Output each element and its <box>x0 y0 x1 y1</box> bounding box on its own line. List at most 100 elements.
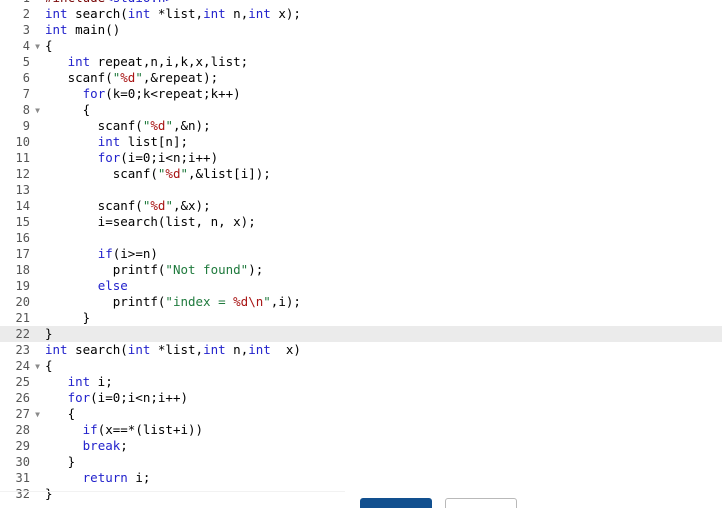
code-line[interactable]: 26 for(i=0;i<n;i++) <box>0 390 722 406</box>
token-plain: scanf( <box>45 70 113 85</box>
code-line[interactable]: 2 int search(int *list,int n,int x); <box>0 6 722 22</box>
token-plain: printf( <box>45 262 166 277</box>
code-line[interactable]: 27 ▼ { <box>0 406 722 422</box>
code-line[interactable]: 10 int list[n]; <box>0 134 722 150</box>
code-text: scanf("%d",&n); <box>45 118 211 134</box>
code-text: scanf("%d",&list[i]); <box>45 166 271 182</box>
code-line[interactable]: 21 } <box>0 310 722 326</box>
code-text: } <box>45 310 91 326</box>
token-kw: for <box>82 86 106 101</box>
code-line[interactable]: 23 int search(int *list,int n,int x) <box>0 342 722 358</box>
token-plain: n, <box>225 342 249 357</box>
line-number: 11 <box>15 151 30 165</box>
fold-toggle-icon[interactable]: ▼ <box>33 358 42 374</box>
line-number: 10 <box>15 135 30 149</box>
code-editor-screen: 1#include<stdio.h>2int search(int *list,… <box>0 0 722 508</box>
token-plain: search( <box>67 6 128 21</box>
dialog-button-bar <box>345 492 722 508</box>
line-number: 22 <box>15 327 30 341</box>
line-number: 19 <box>15 279 30 293</box>
code-line[interactable]: 3 int main() <box>0 22 722 38</box>
token-kw: int <box>45 22 68 37</box>
code-line[interactable]: 18 printf("Not found"); <box>0 262 722 278</box>
token-plain: x); <box>270 6 301 21</box>
code-line[interactable]: 14 scanf("%d",&x); <box>0 198 722 214</box>
code-line[interactable]: 20 printf("index = %d\n",i); <box>0 294 722 310</box>
line-number: 30 <box>15 455 30 469</box>
token-plain: ,i); <box>270 294 301 309</box>
code-text: printf("Not found"); <box>45 262 264 278</box>
code-line[interactable]: 16 <box>0 230 722 246</box>
token-plain: (i>=n) <box>112 246 158 261</box>
code-line[interactable]: 25 int i; <box>0 374 722 390</box>
code-line[interactable]: 13 <box>0 182 722 198</box>
line-number: 9 <box>22 119 30 133</box>
code-line[interactable]: 30 } <box>0 454 722 470</box>
token-kw: for <box>97 150 121 165</box>
code-text: } <box>45 486 53 502</box>
line-number: 24 <box>15 359 30 373</box>
code-line[interactable]: 9 scanf("%d",&n); <box>0 118 722 134</box>
panel-divider <box>0 491 345 492</box>
token-plain: n, <box>225 6 249 21</box>
token-str: " <box>165 118 173 133</box>
line-number: 21 <box>15 311 30 325</box>
code-text: return i; <box>45 470 151 486</box>
code-line[interactable]: 31 return i; <box>0 470 722 486</box>
token-plain: scanf( <box>45 118 143 133</box>
token-plain: ,&repeat); <box>142 70 219 85</box>
code-lines[interactable]: 1#include<stdio.h>2int search(int *list,… <box>0 0 722 502</box>
code-line[interactable]: 7 for(k=0;k<repeat;k++) <box>0 86 722 102</box>
token-plain: x) <box>270 342 301 357</box>
code-line[interactable]: 15 i=search(list, n, x); <box>0 214 722 230</box>
token-plain: } <box>45 326 53 341</box>
token-plain: (i=0;i<n;i++) <box>120 150 219 165</box>
token-plain: ,&n); <box>172 118 211 133</box>
code-line[interactable]: 11 for(i=0;i<n;i++) <box>0 150 722 166</box>
code-line[interactable]: 17 if(i>=n) <box>0 246 722 262</box>
token-plain: (x==*(list+i)) <box>97 422 204 437</box>
token-kw: break <box>82 438 121 453</box>
token-kw: return <box>82 470 128 485</box>
line-number: 31 <box>15 471 30 485</box>
fold-toggle-icon[interactable]: ▼ <box>33 38 42 54</box>
token-fmt: %d <box>150 198 166 213</box>
code-editor[interactable]: 1#include<stdio.h>2int search(int *list,… <box>0 0 722 508</box>
line-number: 23 <box>15 343 30 357</box>
secondary-button[interactable] <box>445 498 517 508</box>
token-kw: int <box>97 134 121 149</box>
token-kw: for <box>67 390 91 405</box>
token-plain: repeat,n,i,k,x,list; <box>90 54 249 69</box>
code-line[interactable]: 8 ▼ { <box>0 102 722 118</box>
code-text: { <box>45 102 91 118</box>
code-line[interactable]: 6 scanf("%d",&repeat); <box>0 70 722 86</box>
code-line[interactable]: 28 if(x==*(list+i)) <box>0 422 722 438</box>
fold-toggle-icon[interactable]: ▼ <box>33 102 42 118</box>
token-str: " <box>165 198 173 213</box>
code-line[interactable]: 22} <box>0 326 722 342</box>
code-line[interactable]: 19 else <box>0 278 722 294</box>
code-text: for(i=0;i<n;i++) <box>45 390 188 406</box>
code-line[interactable]: 29 break; <box>0 438 722 454</box>
code-text: int i; <box>45 374 113 390</box>
token-kw: int <box>67 374 91 389</box>
token-kw: else <box>97 278 128 293</box>
code-text: for(k=0;k<repeat;k++) <box>45 86 241 102</box>
code-line[interactable]: 12 scanf("%d",&list[i]); <box>0 166 722 182</box>
line-number: 6 <box>22 71 30 85</box>
token-plain: ,&list[i]); <box>188 166 271 181</box>
primary-button[interactable] <box>360 498 432 508</box>
code-line[interactable]: 4 ▼{ <box>0 38 722 54</box>
token-plain: } <box>45 454 76 469</box>
code-text: scanf("%d",&x); <box>45 198 211 214</box>
code-line[interactable]: 5 int repeat,n,i,k,x,list; <box>0 54 722 70</box>
code-line[interactable]: 24 ▼{ <box>0 358 722 374</box>
fold-toggle-icon[interactable]: ▼ <box>33 406 42 422</box>
token-kw: int <box>45 6 68 21</box>
token-kw: int <box>45 342 68 357</box>
token-str: "index = <box>165 294 234 309</box>
token-fmt: %d <box>120 70 136 85</box>
